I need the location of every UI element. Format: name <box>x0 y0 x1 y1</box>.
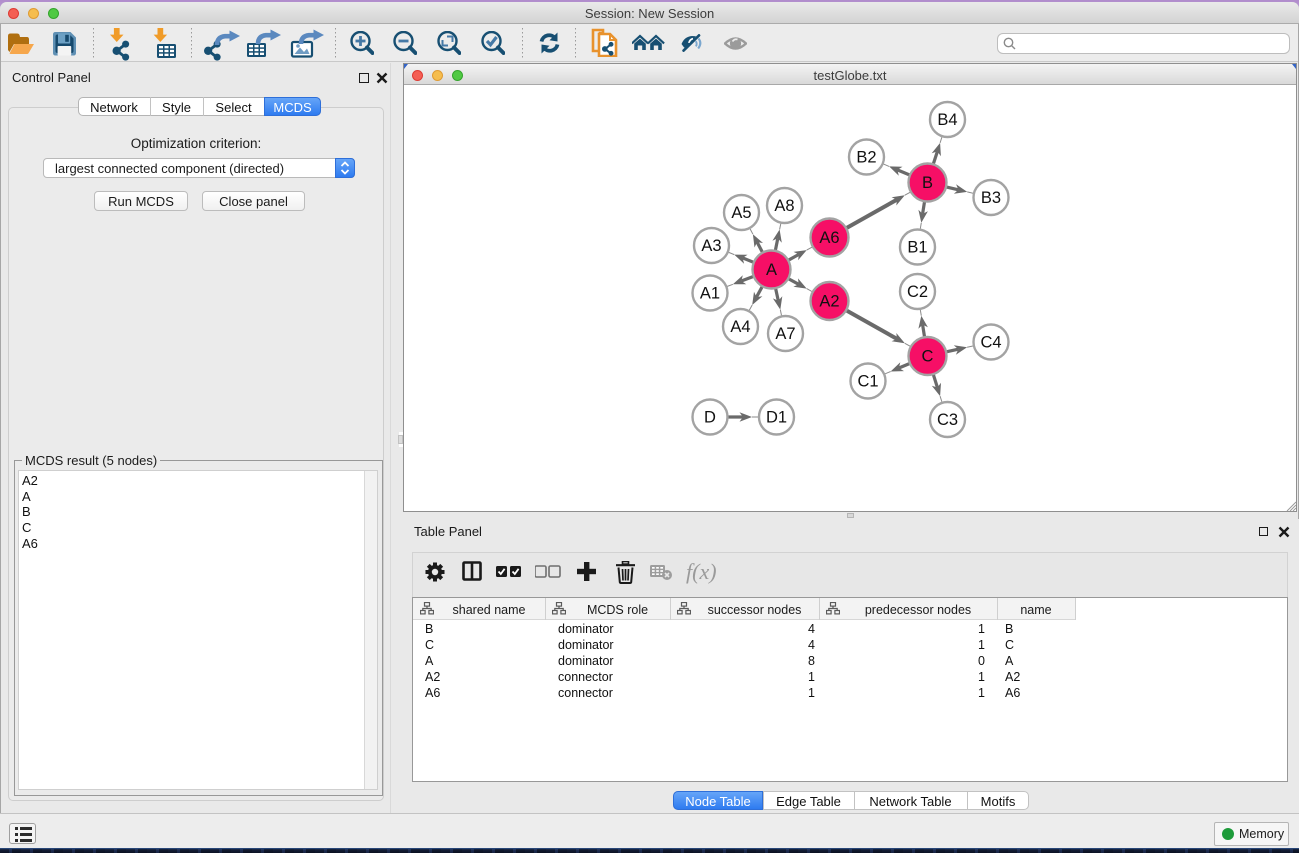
svg-text:C: C <box>922 348 934 366</box>
svg-text:A1: A1 <box>700 285 720 303</box>
svg-text:A4: A4 <box>730 318 750 336</box>
svg-text:C4: C4 <box>980 334 1001 352</box>
svg-text:B: B <box>922 174 933 192</box>
svg-text:B1: B1 <box>907 239 927 257</box>
svg-text:B2: B2 <box>856 149 876 167</box>
svg-text:C3: C3 <box>937 411 958 429</box>
svg-text:A7: A7 <box>775 325 795 343</box>
svg-text:A3: A3 <box>701 237 721 255</box>
svg-text:D: D <box>704 409 716 427</box>
svg-text:A6: A6 <box>819 229 839 247</box>
svg-text:A5: A5 <box>731 204 751 222</box>
svg-text:A8: A8 <box>774 197 794 215</box>
svg-text:B3: B3 <box>981 189 1001 207</box>
svg-text:A2: A2 <box>819 293 839 311</box>
svg-text:D1: D1 <box>766 409 787 427</box>
svg-text:C2: C2 <box>907 283 928 301</box>
svg-text:B4: B4 <box>937 111 957 129</box>
svg-text:C1: C1 <box>857 373 878 391</box>
svg-text:A: A <box>766 261 777 279</box>
